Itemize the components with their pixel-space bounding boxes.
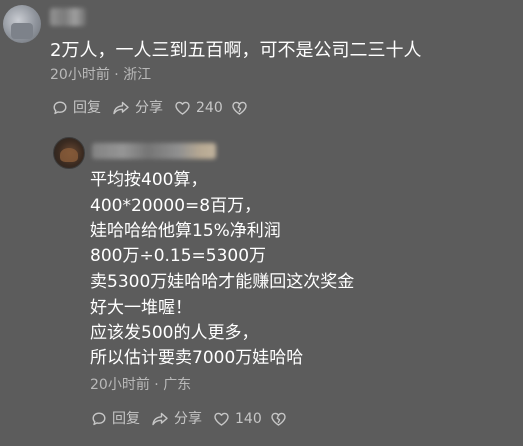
commenter-name-redacted[interactable] (50, 8, 86, 26)
meta-separator: · (114, 67, 119, 83)
share-arrow-icon (152, 412, 168, 426)
meta-separator: · (154, 377, 159, 393)
reply-location: 广东 (163, 377, 192, 393)
reply-dislike-button[interactable] (270, 411, 287, 427)
share-label: 分享 (135, 100, 163, 116)
comment-reply-button[interactable]: 回复 (52, 100, 101, 116)
broken-heart-icon (232, 101, 247, 115)
reply-line: 好大一堆喔！ (90, 298, 192, 318)
comment-dislike-button[interactable] (231, 100, 248, 116)
comment-meta: 20小时前 · 浙江 (50, 68, 151, 82)
share-arrow-icon (113, 101, 129, 115)
replier-name-redacted[interactable] (92, 143, 216, 159)
reply-line: 平均按400算， (90, 170, 208, 190)
reply-line: 所以估计要卖7000万娃哈哈 (90, 348, 304, 368)
reply-line: 应该发500的人更多， (90, 323, 259, 343)
comment-bubble-icon (53, 101, 67, 115)
reply-like-button[interactable]: 140 (213, 411, 262, 427)
comment-bubble-icon (92, 412, 106, 426)
reply-time: 20小时前 (90, 377, 150, 393)
comment-location: 浙江 (123, 67, 152, 83)
reply-line: 800万÷0.15=5300万 (90, 246, 267, 266)
like-count: 140 (235, 411, 262, 427)
comment-like-button[interactable]: 240 (174, 100, 223, 116)
heart-icon (214, 412, 229, 426)
share-label: 分享 (174, 411, 202, 427)
broken-heart-icon (271, 412, 286, 426)
reply-label: 回复 (73, 100, 101, 116)
comment-share-button[interactable]: 分享 (112, 100, 163, 116)
reply-label: 回复 (112, 411, 140, 427)
commenter-avatar[interactable] (3, 5, 41, 43)
reply-reply-button[interactable]: 回复 (91, 411, 140, 427)
reply-share-button[interactable]: 分享 (151, 411, 202, 427)
reply-line: 400*20000=8百万， (90, 196, 262, 216)
comment-text: 2万人，一人三到五百啊，可不是公司二三十人 (50, 40, 422, 61)
comment-time: 20小时前 (50, 67, 110, 83)
like-count: 240 (196, 100, 223, 116)
heart-icon (175, 101, 190, 115)
reply-line: 卖5300万娃哈哈才能赚回这次奖金 (90, 272, 355, 292)
replier-avatar[interactable] (53, 137, 85, 169)
reply-line: 娃哈哈给他算15%净利润 (90, 221, 281, 241)
reply-meta: 20小时前 · 广东 (90, 378, 191, 392)
